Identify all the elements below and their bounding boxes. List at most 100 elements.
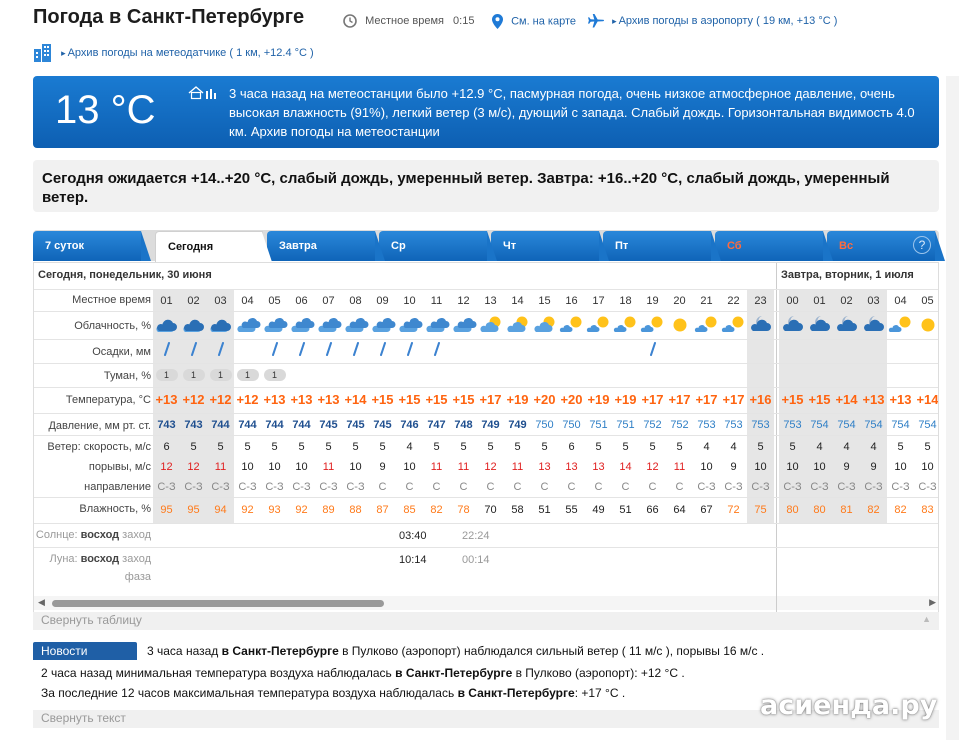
day1-label: Сегодня, понедельник, 30 июня xyxy=(38,269,212,281)
tab-2[interactable]: Сегодня xyxy=(155,231,272,263)
hour-label: 12 xyxy=(457,295,470,307)
pressure-value: 753 xyxy=(724,419,743,431)
pressure-value: 744 xyxy=(265,419,284,431)
wind-direction-value: С-З xyxy=(184,481,203,493)
temperature-value: +13 xyxy=(317,392,340,407)
news-item: За последние 12 часов максимальная темпе… xyxy=(41,686,625,700)
tab-7[interactable]: Сб xyxy=(715,231,833,261)
scroll-right-icon[interactable]: ▶ xyxy=(929,597,936,608)
temperature-value: +20 xyxy=(560,392,583,407)
sun-icon xyxy=(914,314,938,339)
wind-speed-value: 5 xyxy=(487,441,494,453)
wind-speed-value: 5 xyxy=(298,441,305,453)
cloud-icon xyxy=(887,314,914,339)
wind-direction-value: С-З xyxy=(783,481,802,493)
pressure-value: 745 xyxy=(346,419,365,431)
wind-direction-value: С xyxy=(405,481,414,493)
gust-value: 10 xyxy=(349,461,362,473)
wind-direction-value: С xyxy=(459,481,468,493)
humidity-value: 95 xyxy=(160,504,173,516)
tab-5[interactable]: Чт xyxy=(491,231,609,261)
row-label-part: заход xyxy=(122,529,151,541)
scrollbar-thumb[interactable] xyxy=(52,600,384,607)
wind-speed-value: 4 xyxy=(703,441,710,453)
humidity-value: 89 xyxy=(322,504,335,516)
pressure-value: 754 xyxy=(810,419,829,431)
wind-speed-value: 5 xyxy=(789,441,796,453)
pressure-value: 753 xyxy=(783,419,802,431)
hour-label: 05 xyxy=(268,295,281,307)
collapse-table-button[interactable]: Свернуть таблицу ▲ xyxy=(33,612,939,630)
cloud-icon xyxy=(720,314,747,339)
wind-speed-value: 5 xyxy=(595,441,602,453)
map-link-label[interactable]: См. на карте xyxy=(511,15,576,27)
cloud-icon xyxy=(531,314,558,339)
news-item: 3 часа назад в Санкт-Петербурге в Пулков… xyxy=(147,644,764,658)
rain-drop-icon xyxy=(180,342,207,359)
wind-speed-value: 5 xyxy=(460,441,467,453)
temperature-value: +17 xyxy=(479,392,502,407)
tab-6[interactable]: Пт xyxy=(603,231,721,261)
temperature-value: +12 xyxy=(236,392,259,407)
humidity-value: 72 xyxy=(727,504,740,516)
rain-drop-icon xyxy=(639,342,666,359)
airplane-icon xyxy=(588,14,604,28)
gust-value: 10 xyxy=(786,461,799,473)
airport-archive-label[interactable]: Архив погоды в аэропорту ( 19 км, +13 °C… xyxy=(619,15,838,27)
humidity-value: 82 xyxy=(430,504,443,516)
row-label-part: Солнце: xyxy=(35,529,78,541)
help-icon[interactable]: ? xyxy=(913,236,931,254)
news-text: 3 часа назад xyxy=(147,644,222,658)
chevron-right-icon: ▸ xyxy=(61,47,66,58)
wind-direction-value: С xyxy=(432,481,441,493)
pressure-value: 749 xyxy=(481,419,500,431)
wind-speed-value: 5 xyxy=(217,441,224,453)
wind-direction-value: С-З xyxy=(918,481,937,493)
temperature-value: +15 xyxy=(452,392,475,407)
airport-archive-link[interactable]: ▸ Архив погоды в аэропорту ( 19 км, +13 °… xyxy=(588,14,837,28)
tab-4[interactable]: Ср xyxy=(379,231,497,261)
pressure-value: 752 xyxy=(643,419,662,431)
gust-value: 10 xyxy=(813,461,826,473)
temperature-value: +13 xyxy=(889,392,912,407)
wind-speed-value: 5 xyxy=(649,441,656,453)
pressure-value: 744 xyxy=(292,419,311,431)
humidity-value: 82 xyxy=(894,504,907,516)
news-text: в Пулково (аэропорт) наблюдался сильный … xyxy=(338,644,765,658)
moon-cloud-icon xyxy=(860,314,887,339)
station-archive-link[interactable]: ▸ Архив погоды на метеодатчике ( 1 км, +1… xyxy=(33,43,314,63)
collapse-text-label[interactable]: Свернуть текст xyxy=(41,711,126,725)
gust-value: 12 xyxy=(187,461,200,473)
rain-drop-icon xyxy=(342,342,369,359)
humidity-value: 78 xyxy=(457,504,470,516)
tab-3[interactable]: Завтра xyxy=(267,231,385,261)
row-label: Местное время xyxy=(72,294,151,306)
row-label: Влажность, % xyxy=(79,503,151,515)
map-link[interactable]: См. на карте xyxy=(492,14,576,29)
wind-speed-value: 5 xyxy=(622,441,629,453)
pressure-value: 747 xyxy=(427,419,446,431)
gust-value: 12 xyxy=(160,461,173,473)
tab-1[interactable]: 7 суток xyxy=(33,231,151,261)
humidity-value: 85 xyxy=(403,504,416,516)
wind-direction-value: С-З xyxy=(751,481,770,493)
temperature-value: +12 xyxy=(182,392,205,407)
collapse-table-label[interactable]: Свернуть таблицу xyxy=(41,613,142,627)
wind-direction-value: С-З xyxy=(837,481,856,493)
cloud-icon xyxy=(180,314,207,339)
cloud-icon xyxy=(693,314,720,339)
chevron-up-icon: ▲ xyxy=(922,614,931,624)
wind-speed-value: 5 xyxy=(757,441,764,453)
horizontal-scrollbar[interactable]: ◀ ▶ xyxy=(34,596,938,610)
forecast-summary: Сегодня ожидается +14..+20 °C, слабый до… xyxy=(33,160,939,212)
temperature-value: +17 xyxy=(641,392,664,407)
gust-value: 11 xyxy=(673,461,686,473)
scroll-left-icon[interactable]: ◀ xyxy=(38,597,45,608)
gust-value: 11 xyxy=(511,461,524,473)
gust-value: 10 xyxy=(403,461,416,473)
row-label: Луна: восход заход xyxy=(46,553,151,565)
station-archive-label[interactable]: Архив погоды на метеодатчике ( 1 км, +12… xyxy=(68,47,314,59)
wind-direction-value: С xyxy=(513,481,522,493)
moon-phase-icon xyxy=(464,571,478,592)
gust-value: 11 xyxy=(322,461,335,473)
